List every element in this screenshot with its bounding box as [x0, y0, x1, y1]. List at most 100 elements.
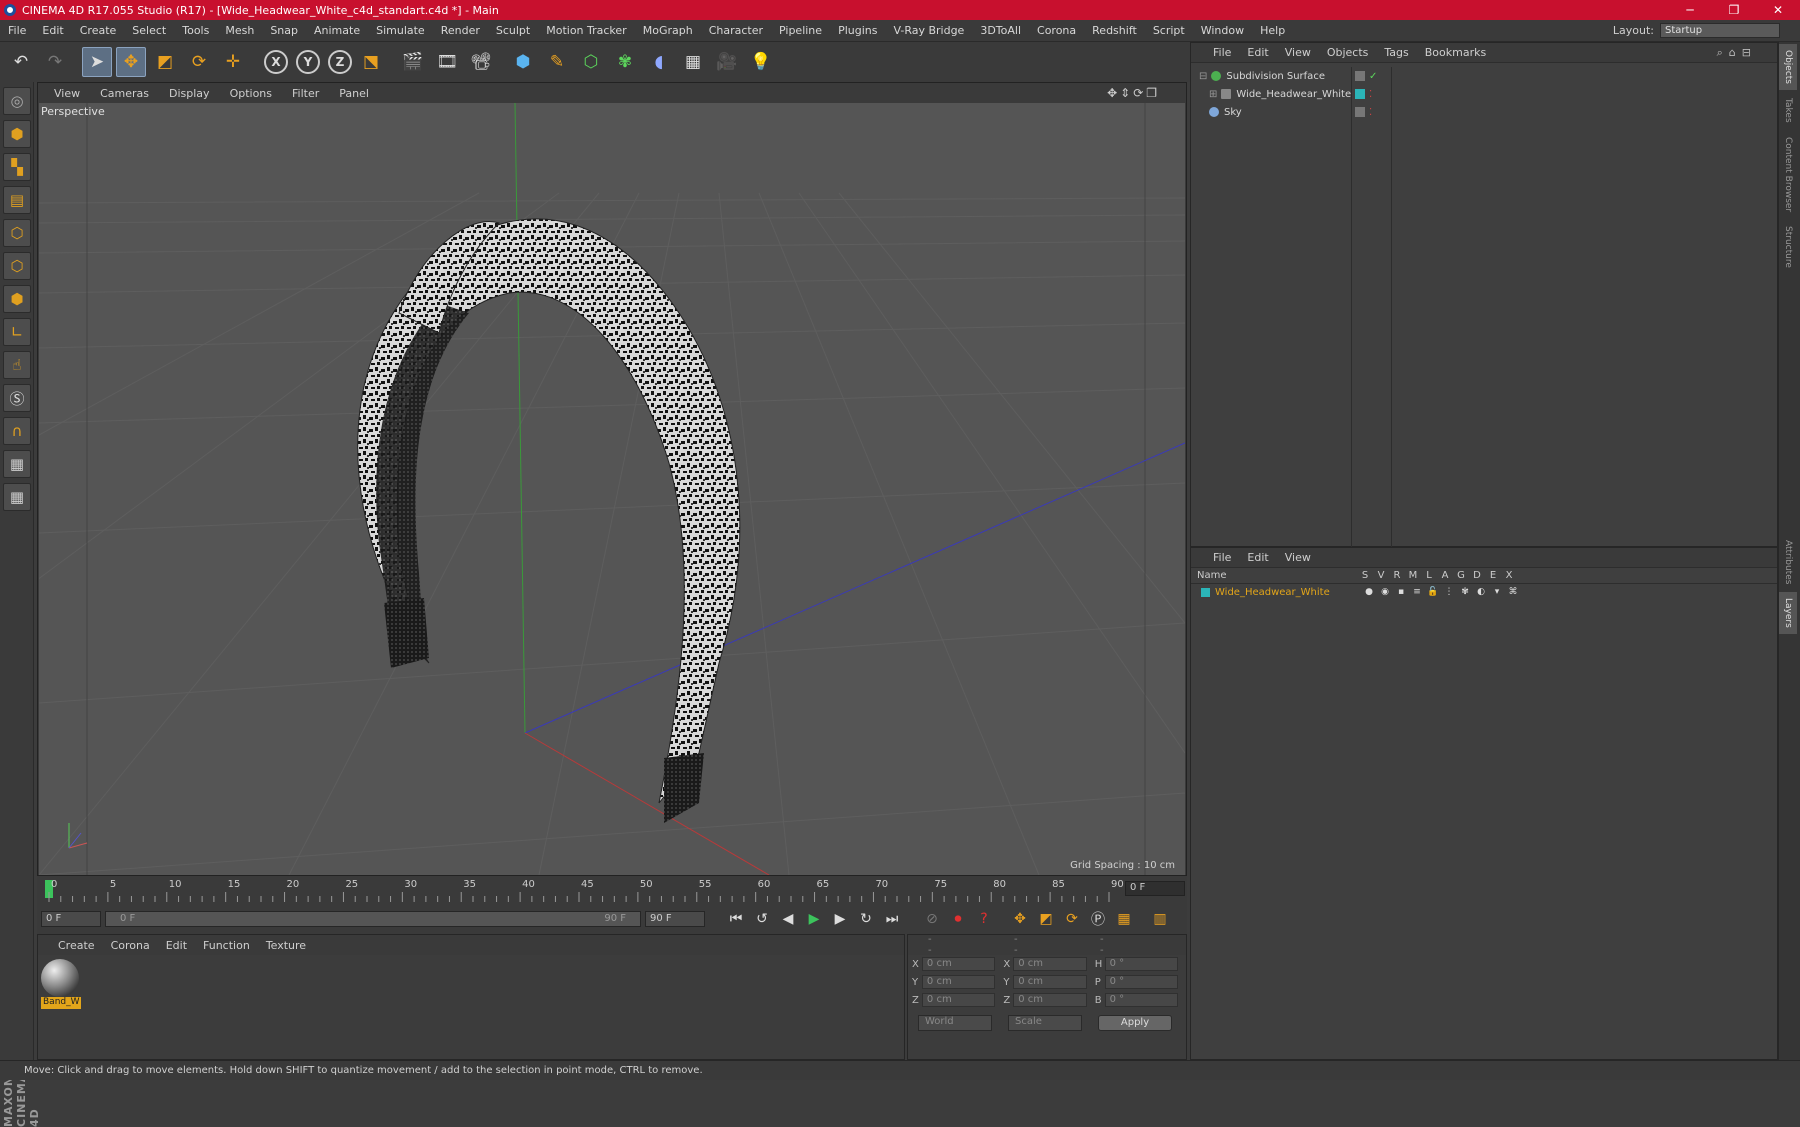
- live-selection-icon[interactable]: ✛: [218, 47, 248, 77]
- position-z-field[interactable]: 0 cm: [921, 993, 996, 1007]
- xref-toggle-icon[interactable]: ⌘: [1505, 587, 1521, 597]
- floor-scene-icon[interactable]: ▦: [678, 47, 708, 77]
- menu-redshift[interactable]: Redshift: [1084, 24, 1145, 37]
- close-button[interactable]: ✕: [1756, 3, 1800, 17]
- current-frame-field[interactable]: 0 F: [1125, 881, 1185, 896]
- deformer-icon[interactable]: ◖: [644, 47, 674, 77]
- mm-menu-function[interactable]: Function: [203, 939, 250, 952]
- generator-toggle-icon[interactable]: ✾: [1457, 587, 1473, 597]
- next-frame-icon[interactable]: ▶: [829, 908, 851, 930]
- tab-attributes[interactable]: Attributes: [1779, 534, 1797, 590]
- key-parameter-icon[interactable]: Ⓟ: [1087, 908, 1109, 930]
- om-menu-file[interactable]: File: [1213, 46, 1231, 59]
- enabled-check-icon[interactable]: ✓: [1369, 71, 1377, 82]
- menu-select[interactable]: Select: [124, 24, 174, 37]
- layer-color-swatch[interactable]: [1201, 587, 1210, 597]
- key-position-icon[interactable]: ✥: [1009, 908, 1031, 930]
- z-axis-lock-icon[interactable]: Z: [328, 50, 352, 74]
- object-row-wide-headwear-white[interactable]: ⊞ Wide_Headwear_White ⁚: [1191, 85, 1779, 103]
- size-y-field[interactable]: 0 cm: [1013, 975, 1087, 989]
- menu-snap[interactable]: Snap: [262, 24, 306, 37]
- mm-menu-edit[interactable]: Edit: [166, 939, 187, 952]
- snap-magnet-icon[interactable]: ∩: [3, 417, 31, 445]
- om-menu-edit[interactable]: Edit: [1247, 46, 1268, 59]
- viewport-menu-cameras[interactable]: Cameras: [100, 87, 149, 100]
- tab-takes[interactable]: Takes: [1779, 92, 1797, 129]
- menu-script[interactable]: Script: [1145, 24, 1193, 37]
- mm-menu-create[interactable]: Create: [58, 939, 95, 952]
- previous-frame-icon[interactable]: ◀: [777, 908, 799, 930]
- points-mode-icon[interactable]: ⬡: [3, 219, 31, 247]
- end-frame-field[interactable]: 90 F: [645, 911, 705, 927]
- visibility-dots-icon[interactable]: ⁚: [1369, 107, 1372, 118]
- light-icon[interactable]: 💡: [746, 47, 776, 77]
- menu-window[interactable]: Window: [1193, 24, 1252, 37]
- manager-toggle-icon[interactable]: ≡: [1409, 587, 1425, 597]
- size-x-field[interactable]: 0 cm: [1013, 957, 1087, 971]
- rotation-p-field[interactable]: 0 °: [1104, 975, 1179, 989]
- expression-toggle-icon[interactable]: ▾: [1489, 587, 1505, 597]
- om-search-home-icons[interactable]: ⌕⌂⊟: [1717, 46, 1761, 60]
- minimize-button[interactable]: ─: [1668, 3, 1712, 17]
- timeline-ruler[interactable]: 0 5 10 15 20 25 30 35 40 45 50 55 60 65 70 75 80 85 90 0 F: [37, 876, 1187, 904]
- menu-vray-bridge[interactable]: V-Ray Bridge: [885, 24, 972, 37]
- scale-tool-icon[interactable]: ◩: [150, 47, 180, 77]
- visibility-toggle-icon[interactable]: [1355, 107, 1365, 117]
- lm-menu-view[interactable]: View: [1285, 551, 1311, 564]
- autokeying-icon[interactable]: ?: [973, 908, 995, 930]
- object-row-sky[interactable]: Sky ⁚: [1191, 103, 1779, 121]
- size-z-field[interactable]: 0 cm: [1013, 993, 1087, 1007]
- start-frame-field[interactable]: 0 F: [41, 911, 101, 927]
- menu-help[interactable]: Help: [1252, 24, 1293, 37]
- menu-motion-tracker[interactable]: Motion Tracker: [538, 24, 634, 37]
- position-y-field[interactable]: 0 cm: [921, 975, 996, 989]
- lock-toggle-icon[interactable]: 🔓: [1425, 587, 1441, 597]
- menu-plugins[interactable]: Plugins: [830, 24, 885, 37]
- cube-object-icon[interactable]: ⬢: [508, 47, 538, 77]
- viewport-menu-options[interactable]: Options: [230, 87, 272, 100]
- layer-color-swatch[interactable]: [1355, 89, 1365, 99]
- y-axis-lock-icon[interactable]: Y: [296, 50, 320, 74]
- menu-3dtoall[interactable]: 3DToAll: [972, 24, 1029, 37]
- select-tool-icon[interactable]: ➤: [82, 47, 112, 77]
- redo-icon[interactable]: ↷: [40, 47, 70, 77]
- move-tool-icon[interactable]: ✥: [116, 47, 146, 77]
- grid-snap-icon[interactable]: ▦: [3, 483, 31, 511]
- go-to-end-icon[interactable]: ⏭: [881, 908, 903, 930]
- rotation-h-field[interactable]: 0 °: [1104, 957, 1179, 971]
- viewport-navigation-icons[interactable]: ✥⇕⟳❐: [1107, 86, 1160, 100]
- mm-menu-texture[interactable]: Texture: [266, 939, 306, 952]
- layout-dropdown[interactable]: Startup: [1660, 23, 1780, 38]
- render-to-picture-viewer-icon[interactable]: 🎞: [432, 47, 462, 77]
- 3d-viewport[interactable]: Perspective Grid Spacing : 10 cm: [39, 103, 1185, 875]
- menu-simulate[interactable]: Simulate: [368, 24, 433, 37]
- visibility-toggle-icon[interactable]: [1355, 71, 1365, 81]
- apply-button[interactable]: Apply: [1098, 1015, 1172, 1031]
- lm-menu-edit[interactable]: Edit: [1247, 551, 1268, 564]
- mm-menu-corona[interactable]: Corona: [111, 939, 150, 952]
- tweak-mode-icon[interactable]: ☝: [3, 351, 31, 379]
- om-menu-objects[interactable]: Objects: [1327, 46, 1369, 59]
- viewport-menu-filter[interactable]: Filter: [292, 87, 319, 100]
- viewport-menu-display[interactable]: Display: [169, 87, 210, 100]
- menu-create[interactable]: Create: [72, 24, 125, 37]
- menu-sculpt[interactable]: Sculpt: [488, 24, 538, 37]
- world-dropdown[interactable]: World: [918, 1015, 992, 1031]
- workplane-lock-icon[interactable]: ▦: [3, 450, 31, 478]
- solo-mode-icon[interactable]: Ⓢ: [3, 384, 31, 412]
- undo-icon[interactable]: ↶: [6, 47, 36, 77]
- viewport-menu-view[interactable]: View: [54, 87, 80, 100]
- animation-toggle-icon[interactable]: ⋮: [1441, 587, 1457, 597]
- object-row-subdivision-surface[interactable]: ⊟ Subdivision Surface ✓: [1191, 67, 1779, 85]
- axis-mode-icon[interactable]: ∟: [3, 318, 31, 346]
- polygons-mode-icon[interactable]: ⬢: [3, 285, 31, 313]
- layer-row[interactable]: Wide_Headwear_White ● ◉ ▪ ≡ 🔓 ⋮ ✾ ◐ ▾ ⌘: [1191, 584, 1777, 600]
- view-toggle-icon[interactable]: ◉: [1377, 587, 1393, 597]
- material-swatch[interactable]: Band_W: [41, 959, 81, 1011]
- menu-pipeline[interactable]: Pipeline: [771, 24, 830, 37]
- menu-file[interactable]: File: [0, 24, 34, 37]
- lm-menu-file[interactable]: File: [1213, 551, 1231, 564]
- render-toggle-icon[interactable]: ▪: [1393, 587, 1409, 597]
- render-settings-icon[interactable]: 📽: [466, 47, 496, 77]
- model-mode-icon[interactable]: ⬢: [3, 120, 31, 148]
